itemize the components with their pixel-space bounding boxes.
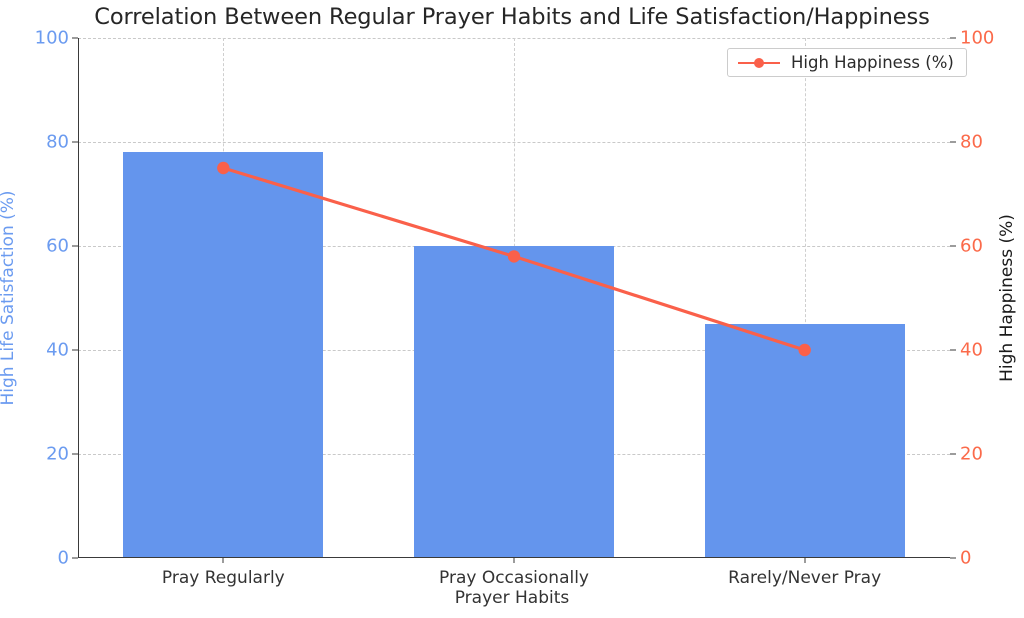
x-tick-mark	[804, 558, 806, 563]
x-axis-label: Prayer Habits	[454, 588, 570, 608]
right-y-tick-label: 60	[960, 235, 983, 257]
right-y-tick-mark	[950, 453, 956, 455]
left-y-tick-label: 80	[46, 131, 69, 153]
legend-entry-label: High Happiness (%)	[791, 53, 954, 72]
left-y-tick-mark	[72, 349, 78, 351]
left-y-tick-mark	[72, 245, 78, 247]
left-y-tick-label: 20	[46, 443, 69, 465]
left-y-tick-label: 40	[46, 339, 69, 361]
right-y-axis-label: High Happiness (%)	[997, 214, 1017, 382]
right-y-tick-label: 20	[960, 443, 983, 465]
x-tick-mark	[513, 558, 515, 563]
x-tick-mark	[222, 558, 224, 563]
legend-line-marker-icon	[738, 56, 780, 70]
right-y-tick-mark	[950, 37, 956, 39]
right-y-tick-label: 0	[960, 547, 972, 569]
right-y-tick-label: 100	[960, 27, 995, 49]
right-y-tick-mark	[950, 245, 956, 247]
chart-title: Correlation Between Regular Prayer Habit…	[94, 4, 930, 30]
right-y-tick-mark	[950, 141, 956, 143]
right-y-tick-label: 40	[960, 339, 983, 361]
left-y-tick-mark	[72, 37, 78, 39]
plot-frame	[78, 38, 950, 558]
left-y-tick-mark	[72, 557, 78, 559]
left-y-tick-label: 0	[57, 547, 69, 569]
right-y-tick-mark	[950, 349, 956, 351]
left-y-tick-label: 60	[46, 235, 69, 257]
x-tick-label: Pray Regularly	[161, 568, 285, 588]
x-tick-label: Pray Occasionally	[439, 568, 589, 588]
left-y-axis-label: High Life Satisfaction (%)	[0, 190, 18, 406]
left-y-tick-mark	[72, 141, 78, 143]
left-y-tick-mark	[72, 453, 78, 455]
right-y-tick-label: 80	[960, 131, 983, 153]
plot-area: 0 20 40 60 80 100 0 20 40 60 80 100 Pray Regularly…	[35, 28, 995, 589]
left-y-tick-label: 100	[34, 27, 69, 49]
x-tick-label: Rarely/Never Pray	[728, 568, 882, 588]
right-y-tick-mark	[950, 557, 956, 559]
chart-figure: Correlation Between Regular Prayer Habit…	[0, 0, 1024, 618]
chart-legend[interactable]: High Happiness (%)	[727, 48, 967, 77]
